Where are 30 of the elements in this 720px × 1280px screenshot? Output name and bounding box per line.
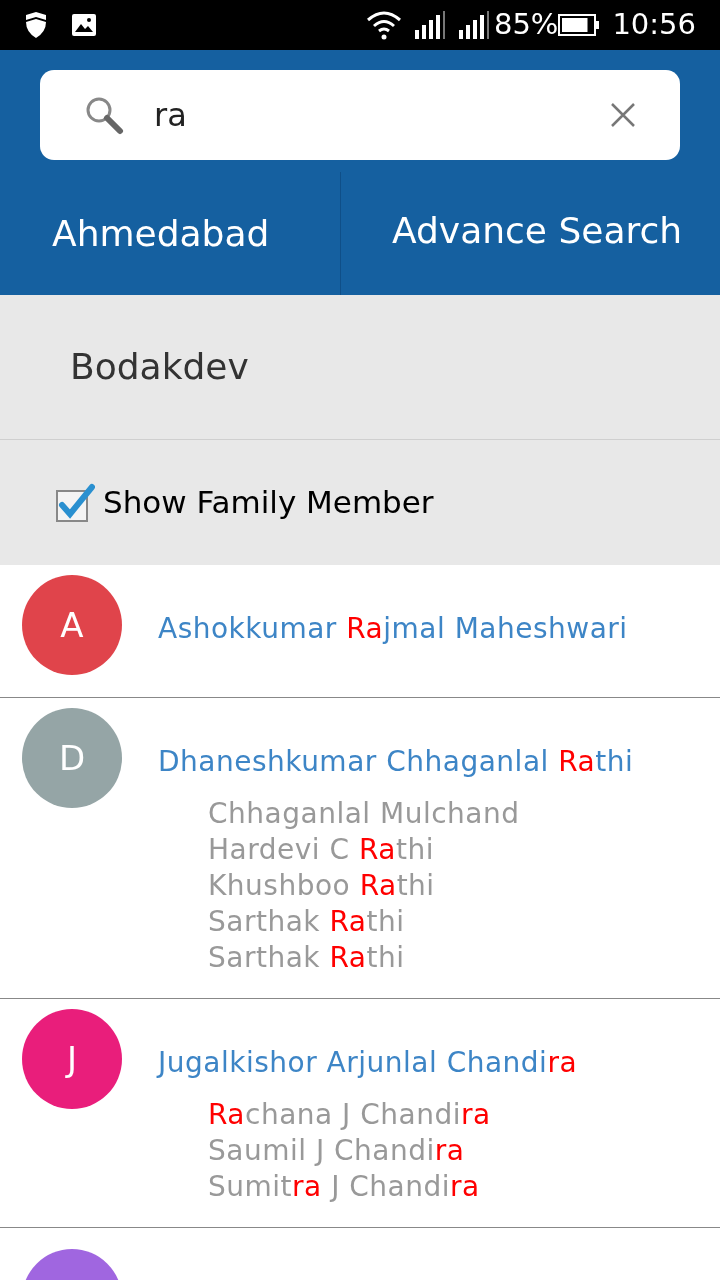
signal-icon [457, 10, 490, 40]
avatar: J [22, 1009, 122, 1109]
area-label[interactable]: Bodakdev [70, 340, 249, 394]
wifi-icon [365, 10, 402, 40]
image-icon [72, 14, 96, 36]
contact-name[interactable]: Jugalkishor Arjunlal Chandira [158, 1045, 578, 1081]
search-field[interactable]: ra [154, 91, 610, 139]
search-icon [84, 95, 124, 135]
family-member-name: Khushboo Rathi [208, 868, 436, 904]
family-member-name: Rachana J Chandira [208, 1097, 492, 1133]
family-member-name: Chhaganlal Mulchand [208, 796, 521, 832]
family-member-name: Sarthak Rathi [208, 940, 406, 976]
search-bar[interactable]: ra [40, 70, 680, 160]
close-icon[interactable] [610, 102, 636, 128]
contact-name[interactable]: Ashokkumar Rajmal Maheshwari [158, 611, 628, 647]
clock-time: 10:56 [612, 6, 696, 44]
contact-name[interactable]: Dhaneshkumar Chhaganlal Rathi [158, 744, 634, 780]
checkbox-label[interactable]: Show Family Member [103, 479, 434, 526]
battery-icon [558, 14, 601, 36]
signal-icon [413, 10, 446, 40]
battery-percent: 85% [493, 6, 559, 44]
tab[interactable]: Advance Search [341, 172, 683, 295]
avatar: D [22, 708, 122, 808]
family-member-name: Sarthak Rathi [208, 904, 406, 940]
avatar: A [22, 575, 122, 675]
family-member-name: Hardevi C Rathi [208, 832, 435, 868]
family-member-name: Saumil J Chandira [208, 1133, 466, 1169]
family-member-name: Sumitra J Chandira [208, 1169, 481, 1205]
checkbox[interactable] [55, 482, 95, 523]
shield-icon [24, 12, 48, 38]
